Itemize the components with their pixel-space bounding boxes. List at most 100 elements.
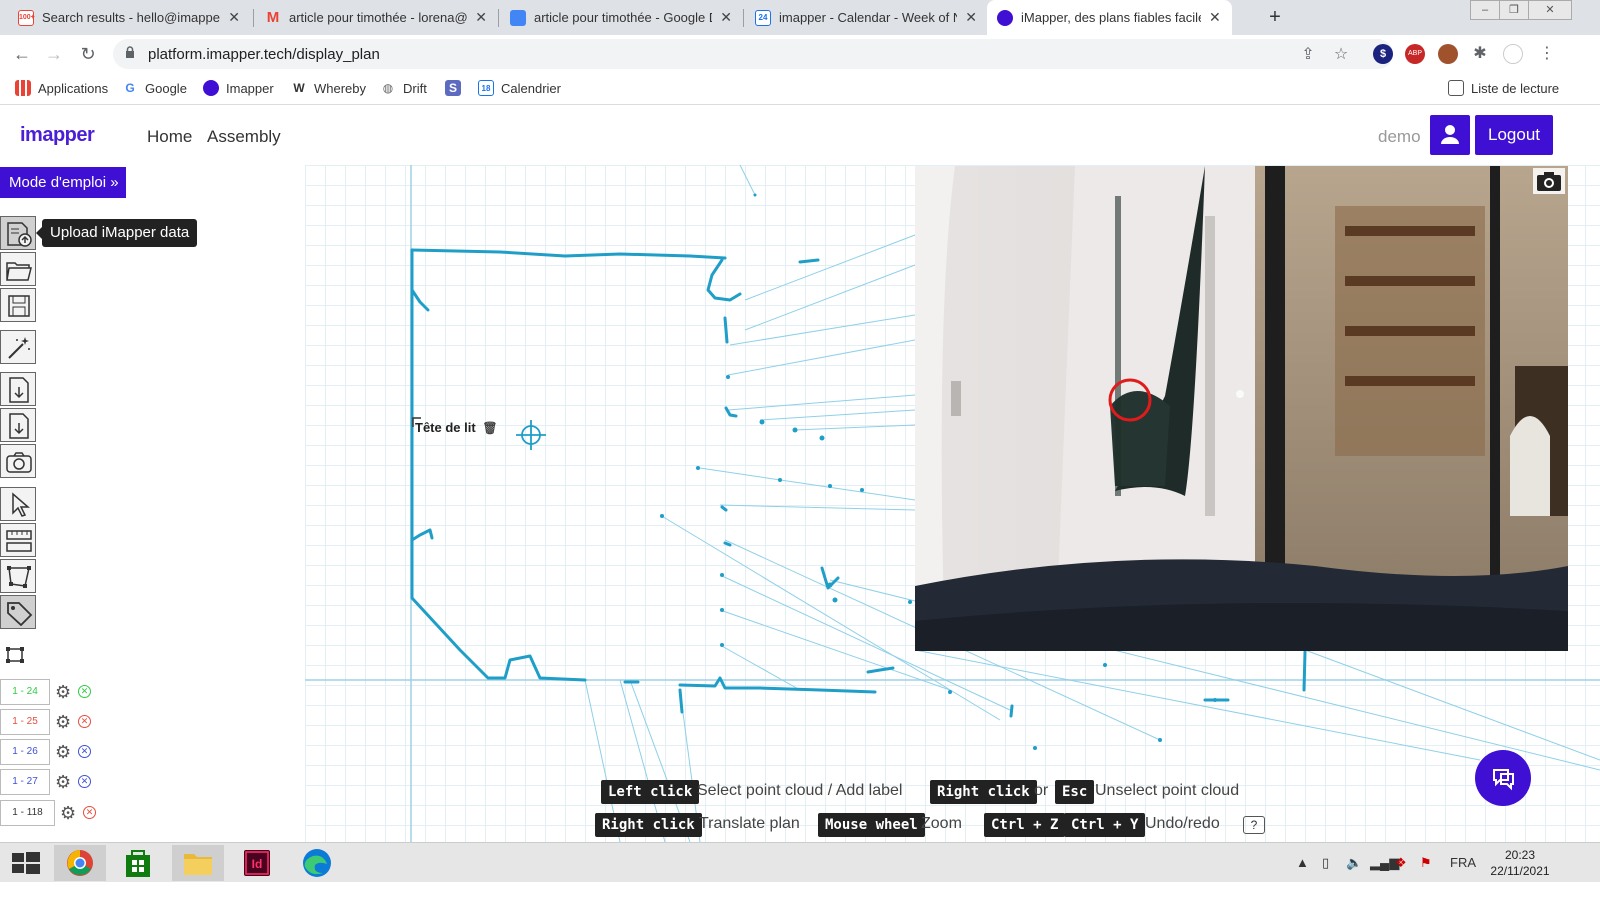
trash-icon[interactable]: 🗑 xyxy=(482,421,497,435)
gear-icon[interactable]: ⚙ xyxy=(55,712,71,733)
volume-icon[interactable]: 🔈 xyxy=(1346,855,1362,871)
point-cloud-id[interactable]: 1 - 27 xyxy=(0,769,50,795)
bookmark-whereby[interactable]: W Whereby xyxy=(291,80,366,96)
taskbar-edge[interactable] xyxy=(291,845,343,881)
forward-button[interactable]: → xyxy=(41,41,67,67)
undo-redo-hint: Undo/redo xyxy=(1145,815,1220,832)
bookmark-imapper[interactable]: Imapper xyxy=(203,80,274,96)
cookie-extension-icon[interactable] xyxy=(1438,44,1458,64)
restore-button[interactable]: ❐ xyxy=(1499,0,1529,20)
camera-tool[interactable] xyxy=(0,444,36,478)
gear-icon[interactable]: ⚙ xyxy=(55,742,71,763)
taskbar-store[interactable] xyxy=(112,845,164,881)
profile-avatar[interactable] xyxy=(1503,44,1523,64)
polygon-tool[interactable] xyxy=(0,559,36,593)
minimize-button[interactable]: – xyxy=(1470,0,1500,20)
point-cloud-id[interactable]: 1 - 25 xyxy=(0,709,50,735)
device-icon[interactable]: ▯ xyxy=(1322,855,1329,871)
reading-list[interactable]: Liste de lecture xyxy=(1448,80,1559,96)
extension-icon[interactable]: $ xyxy=(1373,44,1393,64)
close-icon[interactable]: ✕ xyxy=(1209,9,1221,26)
open-folder-tool[interactable] xyxy=(0,252,36,286)
mode-emploi-button[interactable]: Mode d'emploi » xyxy=(0,167,126,198)
user-icon xyxy=(1441,125,1459,144)
tab-imapper[interactable]: iMapper, des plans fiables facilen ✕ xyxy=(987,0,1232,35)
bookmark-applications[interactable]: Applications xyxy=(15,80,108,96)
back-button[interactable]: ← xyxy=(9,41,35,67)
close-circle-icon[interactable]: ✕ xyxy=(83,806,96,819)
save-tool[interactable] xyxy=(0,288,36,322)
user-button[interactable] xyxy=(1430,115,1470,155)
select-tool[interactable] xyxy=(0,487,36,521)
panorama-photo[interactable] xyxy=(915,166,1568,651)
new-tab-button[interactable]: + xyxy=(1262,5,1288,31)
upload-icon xyxy=(7,222,32,247)
taskbar-chrome[interactable] xyxy=(54,845,106,881)
camera-capture-button[interactable] xyxy=(1533,168,1565,194)
bookmark-google[interactable]: G Google xyxy=(122,80,187,96)
reading-list-icon xyxy=(1448,80,1464,96)
bookmark-calendrier[interactable]: 18 Calendrier xyxy=(478,80,561,96)
tab-calendar[interactable]: 24 imapper - Calendar - Week of Nc ✕ xyxy=(745,0,987,35)
menu-kebab-icon[interactable]: ⋮ xyxy=(1537,44,1557,64)
bookmark-s[interactable]: S xyxy=(445,80,468,96)
close-icon[interactable]: ✕ xyxy=(965,9,977,26)
system-clock[interactable]: 20:23 22/11/2021 xyxy=(1480,847,1560,879)
close-icon[interactable]: ✕ xyxy=(720,9,732,26)
point-cloud-id[interactable]: 1 - 118 xyxy=(0,800,55,826)
apps-grid-icon xyxy=(15,80,31,96)
export-pdf-tool[interactable] xyxy=(0,408,36,442)
right-click-key: Right click xyxy=(930,780,1037,804)
taskbar-indesign[interactable]: Id xyxy=(231,845,283,881)
magic-wand-tool[interactable] xyxy=(0,330,36,364)
tab-google-docs[interactable]: article pour timothée - Google D ✕ xyxy=(500,0,742,35)
tag-icon xyxy=(7,602,33,626)
calendar-icon: 18 xyxy=(478,80,494,96)
start-button[interactable] xyxy=(0,845,52,881)
extensions-puzzle-icon[interactable]: ✱ xyxy=(1470,44,1490,64)
language-indicator[interactable]: FRA xyxy=(1450,855,1476,870)
tab-gmail-article[interactable]: M article pour timothée - lorena@ir ✕ xyxy=(255,0,497,35)
gear-icon[interactable]: ⚙ xyxy=(55,682,71,703)
logout-button[interactable]: Logout xyxy=(1475,115,1553,155)
chrome-icon xyxy=(67,850,93,876)
share-icon[interactable]: ⇪ xyxy=(1298,45,1318,65)
app-header: imapper Home Assembly demo Logout xyxy=(0,105,1600,165)
bounding-box-icon[interactable] xyxy=(5,646,25,664)
calendar-icon: 24 xyxy=(755,9,771,26)
close-circle-icon[interactable]: ✕ xyxy=(78,775,91,788)
taskbar-file-explorer[interactable] xyxy=(172,845,224,881)
nav-assembly[interactable]: Assembly xyxy=(207,127,281,147)
close-circle-icon[interactable]: ✕ xyxy=(78,715,91,728)
upload-data-tool[interactable] xyxy=(0,216,36,250)
bookmark-star-icon[interactable]: ☆ xyxy=(1331,45,1351,65)
vpn-icon[interactable]: ❖ xyxy=(1395,855,1407,871)
url-bar[interactable]: platform.imapper.tech/display_plan ⇪ ☆ xyxy=(113,39,1393,69)
help-button[interactable]: ? xyxy=(1243,816,1265,834)
close-icon[interactable]: ✕ xyxy=(228,9,240,26)
close-icon[interactable]: ✕ xyxy=(475,9,487,26)
bookmark-drift[interactable]: ◍ Drift xyxy=(380,80,427,96)
chat-button[interactable] xyxy=(1475,750,1531,806)
flag-icon[interactable]: ⚑ xyxy=(1420,855,1432,871)
close-circle-icon[interactable]: ✕ xyxy=(78,745,91,758)
export-dxf-tool[interactable] xyxy=(0,372,36,406)
tab-gmail-search[interactable]: 100+ Search results - hello@imapper.te ✕ xyxy=(8,0,250,35)
label-tool[interactable] xyxy=(0,595,36,629)
measure-tool[interactable] xyxy=(0,523,36,557)
imapper-icon xyxy=(203,80,219,96)
point-cloud-id[interactable]: 1 - 24 xyxy=(0,679,50,705)
nav-home[interactable]: Home xyxy=(147,127,192,147)
close-window-button[interactable]: ✕ xyxy=(1528,0,1572,20)
google-docs-icon xyxy=(510,9,526,26)
imapper-logo[interactable]: imapper xyxy=(20,124,95,147)
point-cloud-id[interactable]: 1 - 26 xyxy=(0,739,50,765)
gear-icon[interactable]: ⚙ xyxy=(60,803,76,824)
bookmark-label: Drift xyxy=(403,80,427,96)
reload-button[interactable]: ↻ xyxy=(75,41,101,67)
gear-icon[interactable]: ⚙ xyxy=(55,772,71,793)
plan-label[interactable]: Tête de lit 🗑 xyxy=(415,420,498,435)
tray-chevron-up-icon[interactable]: ▲ xyxy=(1296,855,1309,870)
close-circle-icon[interactable]: ✕ xyxy=(78,685,91,698)
adblock-icon[interactable]: ABP xyxy=(1405,44,1425,64)
